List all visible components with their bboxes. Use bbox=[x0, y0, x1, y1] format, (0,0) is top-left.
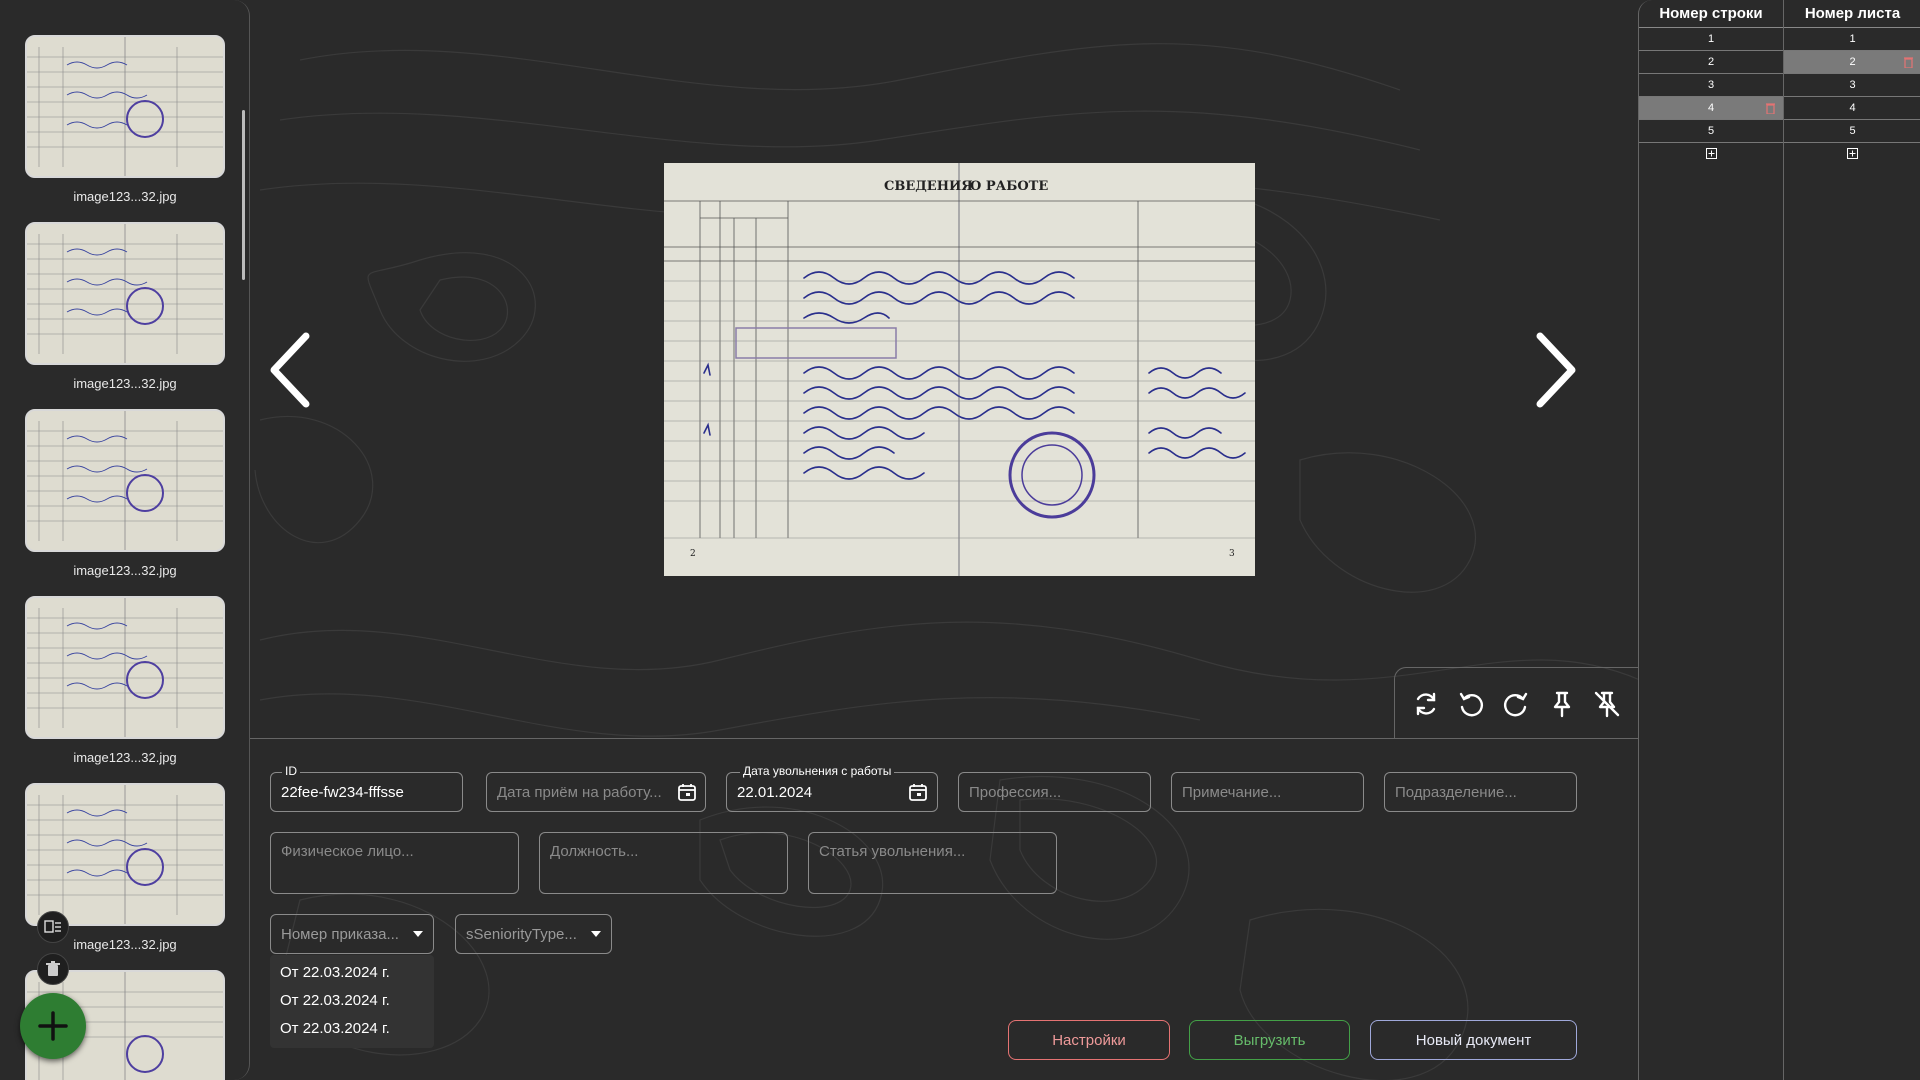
thumbnail-item[interactable]: image123...32.jpg bbox=[25, 222, 225, 391]
hire-date-field[interactable] bbox=[486, 772, 706, 812]
table-cell-value: 4 bbox=[1707, 102, 1715, 114]
table-cell-selected[interactable]: 4 bbox=[1639, 97, 1783, 120]
plus-square-icon bbox=[1705, 147, 1717, 159]
table-cell[interactable]: 3 bbox=[1784, 74, 1920, 97]
rotate-right-icon[interactable] bbox=[1498, 686, 1534, 722]
thumbnail-image[interactable] bbox=[25, 596, 225, 739]
delete-icon[interactable] bbox=[1766, 103, 1775, 114]
dismissal-date-label: Дата увольнения с работы bbox=[740, 764, 895, 778]
chevron-down-icon bbox=[591, 931, 601, 937]
table-cell-selected[interactable]: 2 bbox=[1784, 51, 1920, 74]
document-preview: СВЕДЕНИЯ О РАБОТЕ 2 3 bbox=[664, 163, 1255, 576]
calendar-icon[interactable] bbox=[677, 782, 697, 802]
chevron-left-icon[interactable] bbox=[266, 330, 316, 410]
chevron-right-icon[interactable] bbox=[1530, 330, 1580, 410]
seniority-placeholder: sSeniorityType... bbox=[466, 925, 577, 943]
rotate-left-icon[interactable] bbox=[1453, 686, 1489, 722]
doc-header-right: О РАБОТЕ bbox=[970, 179, 1048, 194]
add-document-button[interactable] bbox=[20, 993, 86, 1059]
thumbnail-image[interactable] bbox=[25, 35, 225, 178]
table-cell[interactable]: 1 bbox=[1784, 28, 1920, 51]
table-cell[interactable]: 5 bbox=[1784, 120, 1920, 143]
position-field[interactable] bbox=[539, 832, 788, 894]
sidebar-scrollbar[interactable] bbox=[242, 110, 245, 280]
seniority-select[interactable]: sSeniorityType... bbox=[455, 914, 612, 954]
thumbnail-item[interactable]: image123...32.jpg bbox=[25, 35, 225, 204]
thumbnail-image[interactable] bbox=[25, 409, 225, 552]
panel-divider bbox=[250, 738, 1638, 739]
dismissal-article-field[interactable] bbox=[808, 832, 1057, 894]
thumbnail-caption: image123...32.jpg bbox=[73, 376, 177, 391]
dropdown-option[interactable]: От 22.03.2024 г. bbox=[270, 1015, 434, 1043]
table-cell[interactable]: 4 bbox=[1784, 97, 1920, 120]
export-button[interactable]: Выгрузить bbox=[1189, 1020, 1350, 1060]
thumbnail-image[interactable] bbox=[25, 783, 225, 926]
line-sheet-table: Номер строки 1 2 3 4 5 Номер листа 1 2 3… bbox=[1638, 0, 1920, 1080]
plus-square-icon bbox=[1847, 147, 1858, 159]
thumbnail-sidebar: image123...32.jpg image123...32.jpg imag bbox=[0, 0, 250, 1080]
image-toolbar bbox=[1394, 667, 1638, 739]
table-cell[interactable]: 3 bbox=[1639, 74, 1783, 97]
thumbnail-item[interactable]: image123...32.jpg bbox=[25, 596, 225, 765]
id-field[interactable] bbox=[270, 772, 463, 812]
note-field[interactable] bbox=[1171, 772, 1364, 812]
delete-icon[interactable] bbox=[1904, 57, 1913, 68]
order-number-dropdown: От 22.03.2024 г. От 22.03.2024 г. От 22.… bbox=[270, 955, 434, 1048]
dropdown-option[interactable]: От 22.03.2024 г. bbox=[270, 959, 434, 987]
refresh-icon[interactable] bbox=[1408, 686, 1444, 722]
table-cell[interactable]: 5 bbox=[1639, 120, 1783, 143]
settings-button[interactable]: Настройки bbox=[1008, 1020, 1170, 1060]
line-number-header: Номер строки bbox=[1639, 0, 1783, 28]
department-field[interactable] bbox=[1384, 772, 1577, 812]
add-row-button[interactable] bbox=[1784, 143, 1920, 163]
order-number-select[interactable]: Номер приказа... bbox=[270, 914, 434, 954]
table-cell[interactable]: 1 bbox=[1639, 28, 1783, 51]
thumbnail-caption: image123...32.jpg bbox=[73, 563, 177, 578]
unpin-icon[interactable] bbox=[1589, 686, 1625, 722]
id-field-label: ID bbox=[282, 764, 300, 778]
pin-icon[interactable] bbox=[1544, 686, 1580, 722]
sheet-number-column: Номер листа 1 2 3 4 5 bbox=[1784, 0, 1920, 1080]
trash-icon[interactable] bbox=[37, 953, 69, 985]
plus-icon bbox=[38, 1011, 68, 1041]
calendar-icon[interactable] bbox=[908, 782, 928, 802]
thumbnail-caption: image123...32.jpg bbox=[73, 189, 177, 204]
doc-header-left: СВЕДЕНИЯ bbox=[884, 179, 973, 194]
table-cell-value: 2 bbox=[1849, 56, 1856, 68]
thumbnail-caption: image123...32.jpg bbox=[73, 750, 177, 765]
line-number-column: Номер строки 1 2 3 4 5 bbox=[1639, 0, 1784, 1080]
add-row-button[interactable] bbox=[1639, 143, 1783, 163]
select-all-icon[interactable] bbox=[37, 911, 69, 943]
dropdown-option[interactable]: От 22.03.2024 г. bbox=[270, 987, 434, 1015]
dismissal-date-field[interactable] bbox=[726, 772, 938, 812]
person-field[interactable] bbox=[270, 832, 519, 894]
order-number-placeholder: Номер приказа... bbox=[281, 925, 399, 943]
doc-page-left: 2 bbox=[690, 549, 696, 559]
table-cell[interactable]: 2 bbox=[1639, 51, 1783, 74]
sheet-number-header: Номер листа bbox=[1784, 0, 1920, 28]
doc-page-right: 3 bbox=[1229, 549, 1235, 559]
profession-field[interactable] bbox=[958, 772, 1151, 812]
chevron-down-icon bbox=[413, 931, 423, 937]
thumbnail-image[interactable] bbox=[25, 222, 225, 365]
new-document-button[interactable]: Новый документ bbox=[1370, 1020, 1577, 1060]
thumbnail-item[interactable]: image123...32.jpg bbox=[25, 409, 225, 578]
